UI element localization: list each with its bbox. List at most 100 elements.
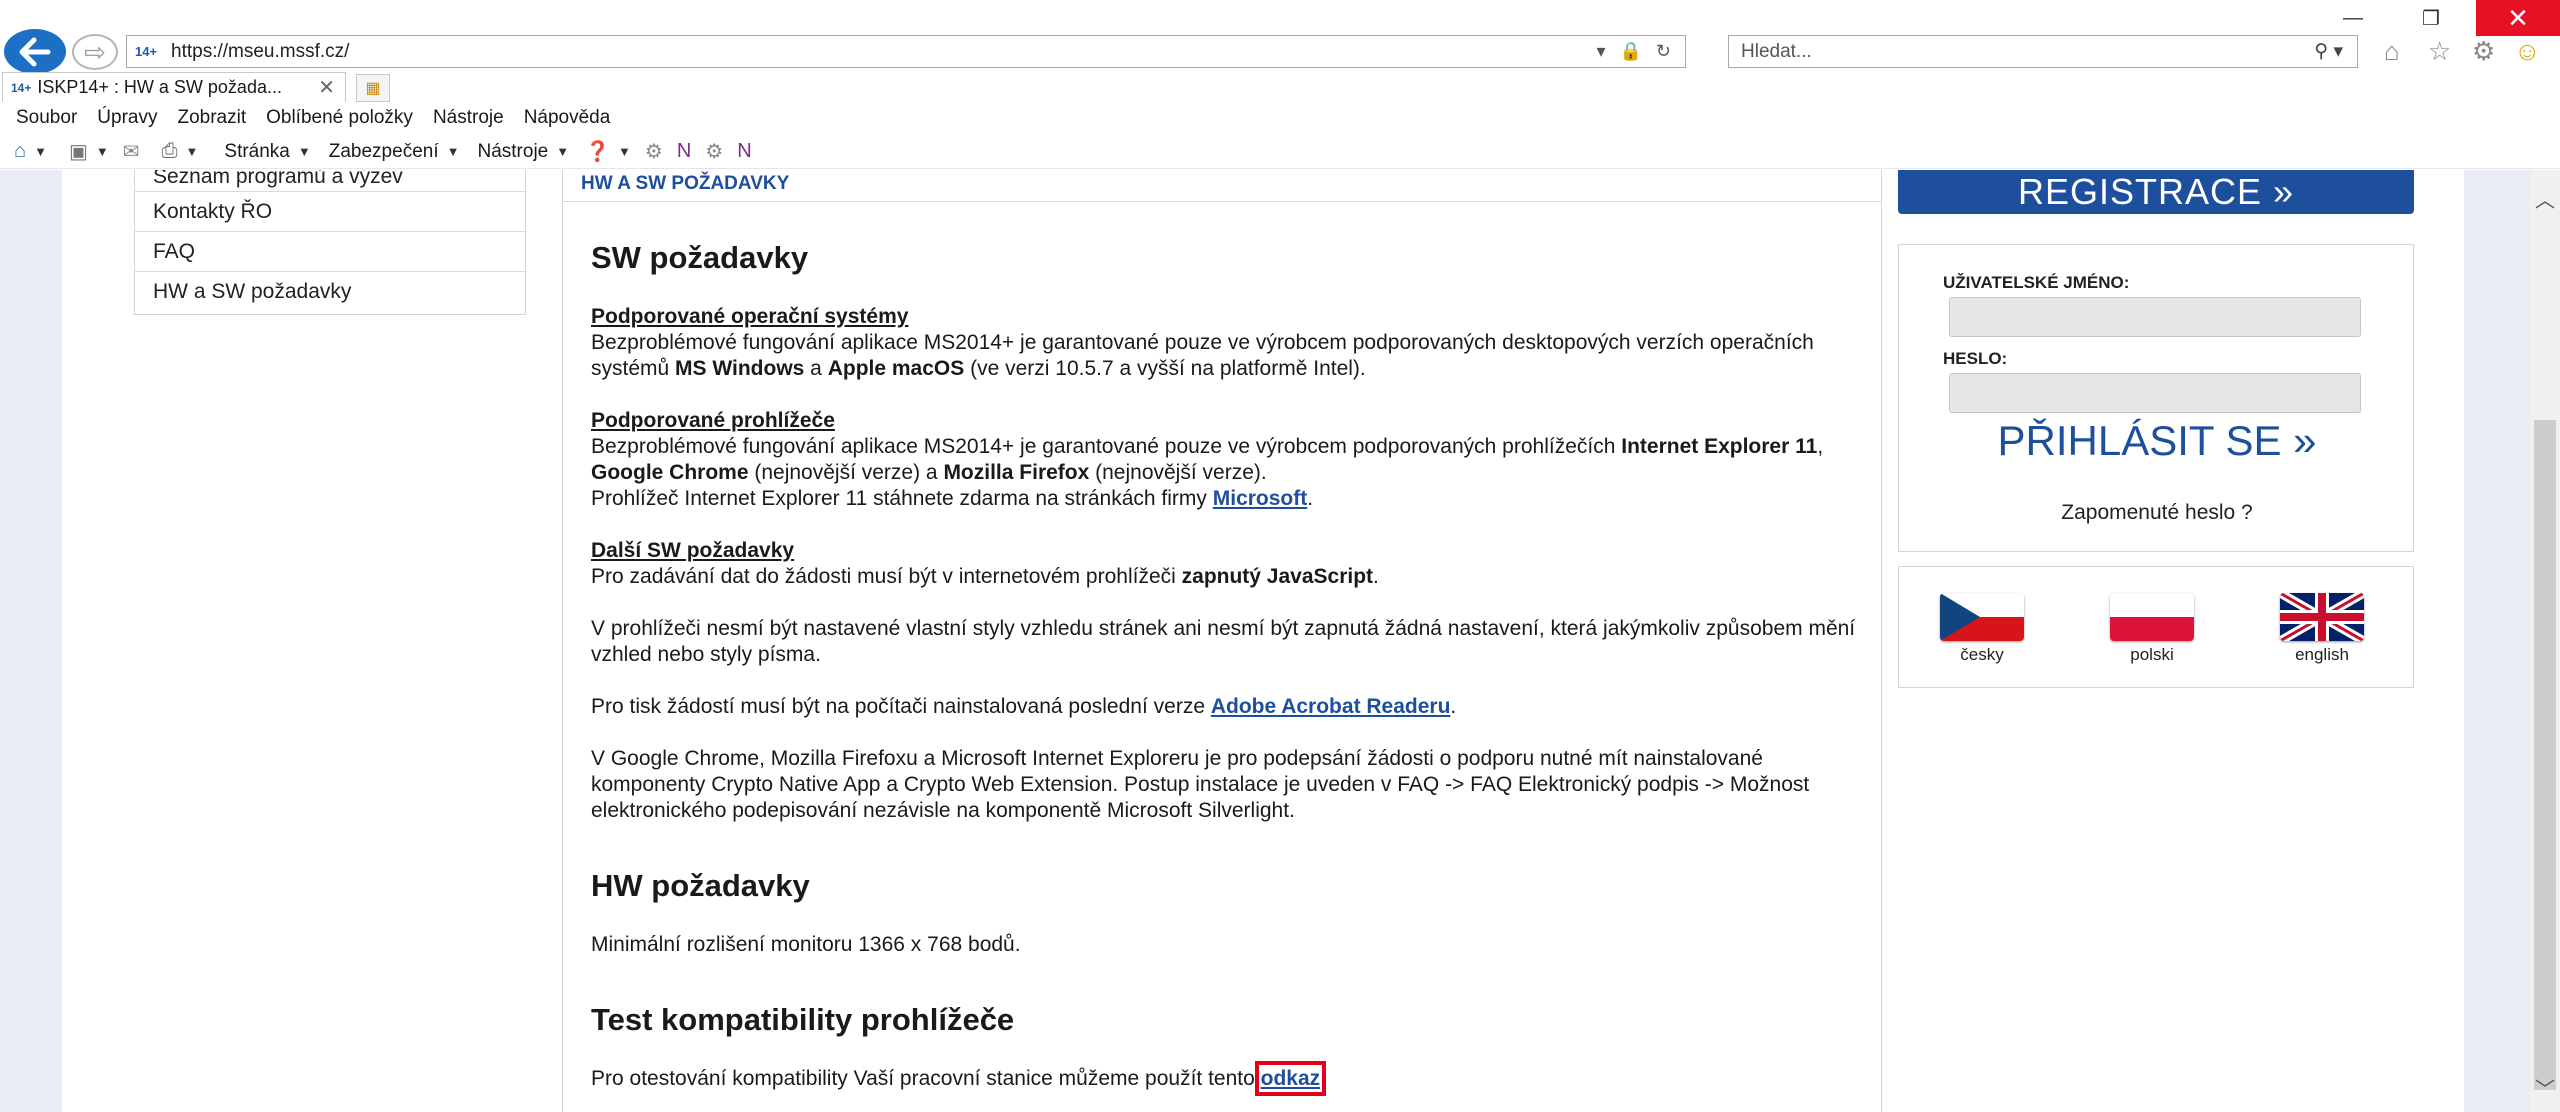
forward-button[interactable]: ⇨ [72, 34, 118, 70]
register-button[interactable]: REGISTRACE » [1898, 170, 2414, 214]
lock-icon[interactable]: 🔒 [1619, 41, 1641, 62]
scroll-down-icon[interactable]: ﹀ [2530, 1073, 2560, 1102]
scroll-up-icon[interactable]: ︿ [2530, 184, 2560, 213]
chevron-down-icon[interactable]: ▼ [618, 144, 631, 159]
os-section: Podporované operační systémy Bezproblémo… [591, 304, 1861, 382]
menu-edit[interactable]: Úpravy [97, 107, 157, 129]
adobe-acrobat-link[interactable]: Adobe Acrobat Readeru [1211, 695, 1451, 718]
new-tab-button[interactable]: ▦ [356, 74, 390, 102]
home-icon[interactable]: ⌂ [2384, 36, 2400, 67]
rss-feed-icon[interactable]: ▣ [69, 139, 88, 164]
chevron-down-icon[interactable]: ▼ [556, 144, 569, 159]
back-arrow-icon [19, 37, 51, 66]
scrollbar-thumb[interactable] [2534, 420, 2556, 1090]
tab-favicon-icon: 14+ [11, 80, 32, 95]
styles-text: V prohlížeči nesmí být nastavené vlastní… [591, 617, 1856, 666]
login-button[interactable]: PŘIHLÁSIT SE » [1899, 417, 2415, 465]
favorites-star-icon[interactable]: ☆ [2428, 36, 2451, 67]
crypto-text: V Google Chrome, Mozilla Firefoxu a Micr… [591, 747, 1810, 822]
browsers-text: Bezproblémové fungování aplikace MS2014+… [591, 435, 1622, 458]
print-icon[interactable]: ⎙ [162, 140, 178, 163]
lang-polish-label: polski [2130, 645, 2174, 664]
browsers-text-3: (nejnovější verze). [1089, 461, 1267, 484]
restore-button[interactable]: ❐ [2398, 0, 2464, 36]
minimize-button[interactable]: — [2320, 0, 2386, 36]
page-background: Seznam programů a výzev Kontakty ŘO FAQ … [62, 170, 2464, 1112]
lang-polish[interactable]: polski [2097, 593, 2207, 665]
username-input[interactable] [1949, 297, 2361, 337]
password-input[interactable] [1949, 373, 2361, 413]
feedback-smiley-icon[interactable]: ☺ [2514, 36, 2541, 67]
forgot-password-link[interactable]: Zapomenuté heslo ? [1899, 501, 2415, 525]
test-paragraph: Pro otestování kompatibility Vaší pracov… [591, 1061, 1861, 1096]
url-text: https://mseu.mssf.cz/ [171, 40, 350, 62]
tab-iskp[interactable]: 14+ ISKP14+ : HW a SW požada... ✕ [2, 72, 346, 102]
chevron-down-icon[interactable]: ▼ [34, 144, 47, 159]
site-favicon-icon: 14+ [135, 44, 158, 59]
tools-menu[interactable]: Nástroje [477, 141, 548, 163]
javascript-required: zapnutý JavaScript [1181, 565, 1374, 588]
browsers-text-2: (nejnovější verze) a [748, 461, 944, 484]
menu-bar: Soubor Úpravy Zobrazit Oblíbené položky … [0, 103, 2560, 133]
onenote-icon[interactable]: N [737, 140, 751, 163]
onenote-icon[interactable]: N [677, 140, 691, 163]
os-windows: MS Windows [675, 357, 805, 380]
menu-file[interactable]: Soubor [16, 107, 77, 129]
chevron-down-icon[interactable]: ▼ [447, 144, 460, 159]
tab-title: ISKP14+ : HW a SW požada... [37, 77, 282, 97]
menu-view[interactable]: Zobrazit [177, 107, 246, 129]
microsoft-link[interactable]: Microsoft [1213, 487, 1308, 510]
chevron-down-icon[interactable]: ▼ [96, 144, 109, 159]
sidebar-item-faq[interactable]: FAQ [135, 232, 525, 272]
dropdown-arrow-icon[interactable]: ▾ [1596, 41, 1605, 62]
close-window-button[interactable]: ✕ [2476, 0, 2560, 36]
main-content: HW A SW POŽADAVKY SW požadavky Podporova… [562, 170, 1882, 1112]
mail-icon[interactable]: ✉ [123, 139, 140, 164]
search-placeholder: Hledat... [1741, 40, 1812, 62]
breadcrumb: HW A SW POŽADAVKY [563, 170, 1881, 202]
hw-text: Minimální rozlišení monitoru 1366 x 768 … [591, 933, 1021, 956]
back-button[interactable] [4, 29, 66, 74]
javascript-text: Pro zadávání dat do žádosti musí být v i… [591, 565, 1182, 588]
chevron-down-icon[interactable]: ▼ [186, 144, 199, 159]
security-menu[interactable]: Zabezpečení [329, 141, 439, 163]
search-icon[interactable]: ⚲ ▾ [2314, 40, 2343, 63]
gear-addon-icon[interactable]: ⚙ [705, 139, 723, 164]
period: . [1373, 565, 1379, 588]
menu-help[interactable]: Nápověda [524, 107, 611, 129]
refresh-icon[interactable]: ↻ [1656, 41, 1671, 62]
browser-ie: Internet Explorer 11 [1621, 435, 1818, 458]
tab-strip: 14+ ISKP14+ : HW a SW požada... ✕ ▦ [0, 72, 2560, 102]
vertical-scrollbar[interactable]: ︿ ﹀ [2530, 170, 2560, 1112]
search-box[interactable]: Hledat... ⚲ ▾ [1728, 35, 2358, 68]
lang-czech[interactable]: česky [1927, 593, 2037, 665]
address-bar[interactable]: 14+ https://mseu.mssf.cz/ ▾ 🔒 ↻ [126, 35, 1686, 68]
period: . [1320, 1067, 1326, 1090]
username-label: UŽIVATELSKÉ JMÉNO: [1943, 273, 2130, 292]
password-label: HESLO: [1943, 349, 2008, 368]
gear-addon-icon[interactable]: ⚙ [645, 139, 663, 164]
sidebar-item-contacts[interactable]: Kontakty ŘO [135, 192, 525, 232]
menu-tools[interactable]: Nástroje [433, 107, 504, 129]
test-text: Pro otestování kompatibility Vaší pracov… [591, 1067, 1261, 1090]
chevron-down-icon[interactable]: ▼ [298, 144, 311, 159]
sidebar-item-hw-sw[interactable]: HW a SW požadavky [135, 272, 525, 312]
test-heading: Test kompatibility prohlížeče [591, 1002, 1015, 1037]
browser-chrome: ⇨ 14+ https://mseu.mssf.cz/ ▾ 🔒 ↻ Hledat… [0, 0, 2560, 170]
lang-english-label: english [2295, 645, 2349, 664]
menu-favorites[interactable]: Oblíbené položky [266, 107, 413, 129]
polish-flag-icon [2110, 593, 2194, 641]
lang-english[interactable]: english [2267, 593, 2377, 665]
settings-gear-icon[interactable]: ⚙ [2472, 36, 2495, 67]
czech-flag-icon [1940, 593, 2024, 641]
compatibility-test-link[interactable]: odkaz [1254, 1061, 1327, 1096]
page-menu[interactable]: Stránka [224, 141, 289, 163]
other-section: Další SW požadavky Pro zadávání dat do ž… [591, 538, 1861, 590]
os-macos: Apple macOS [827, 357, 965, 380]
command-bar: ⌂ ▼ ▣ ▼ ✉ ⎙ ▼ Stránka ▼ Zabezpečení ▼ Nástroj… [0, 135, 2560, 169]
home-page-icon[interactable]: ⌂ [14, 140, 26, 163]
close-tab-icon[interactable]: ✕ [318, 75, 335, 100]
sidebar-item-programs[interactable]: Seznam programů a výzev [135, 170, 525, 192]
content-body: SW požadavky Podporované operační systém… [591, 240, 1861, 1112]
help-icon[interactable]: ❓ [585, 139, 610, 164]
